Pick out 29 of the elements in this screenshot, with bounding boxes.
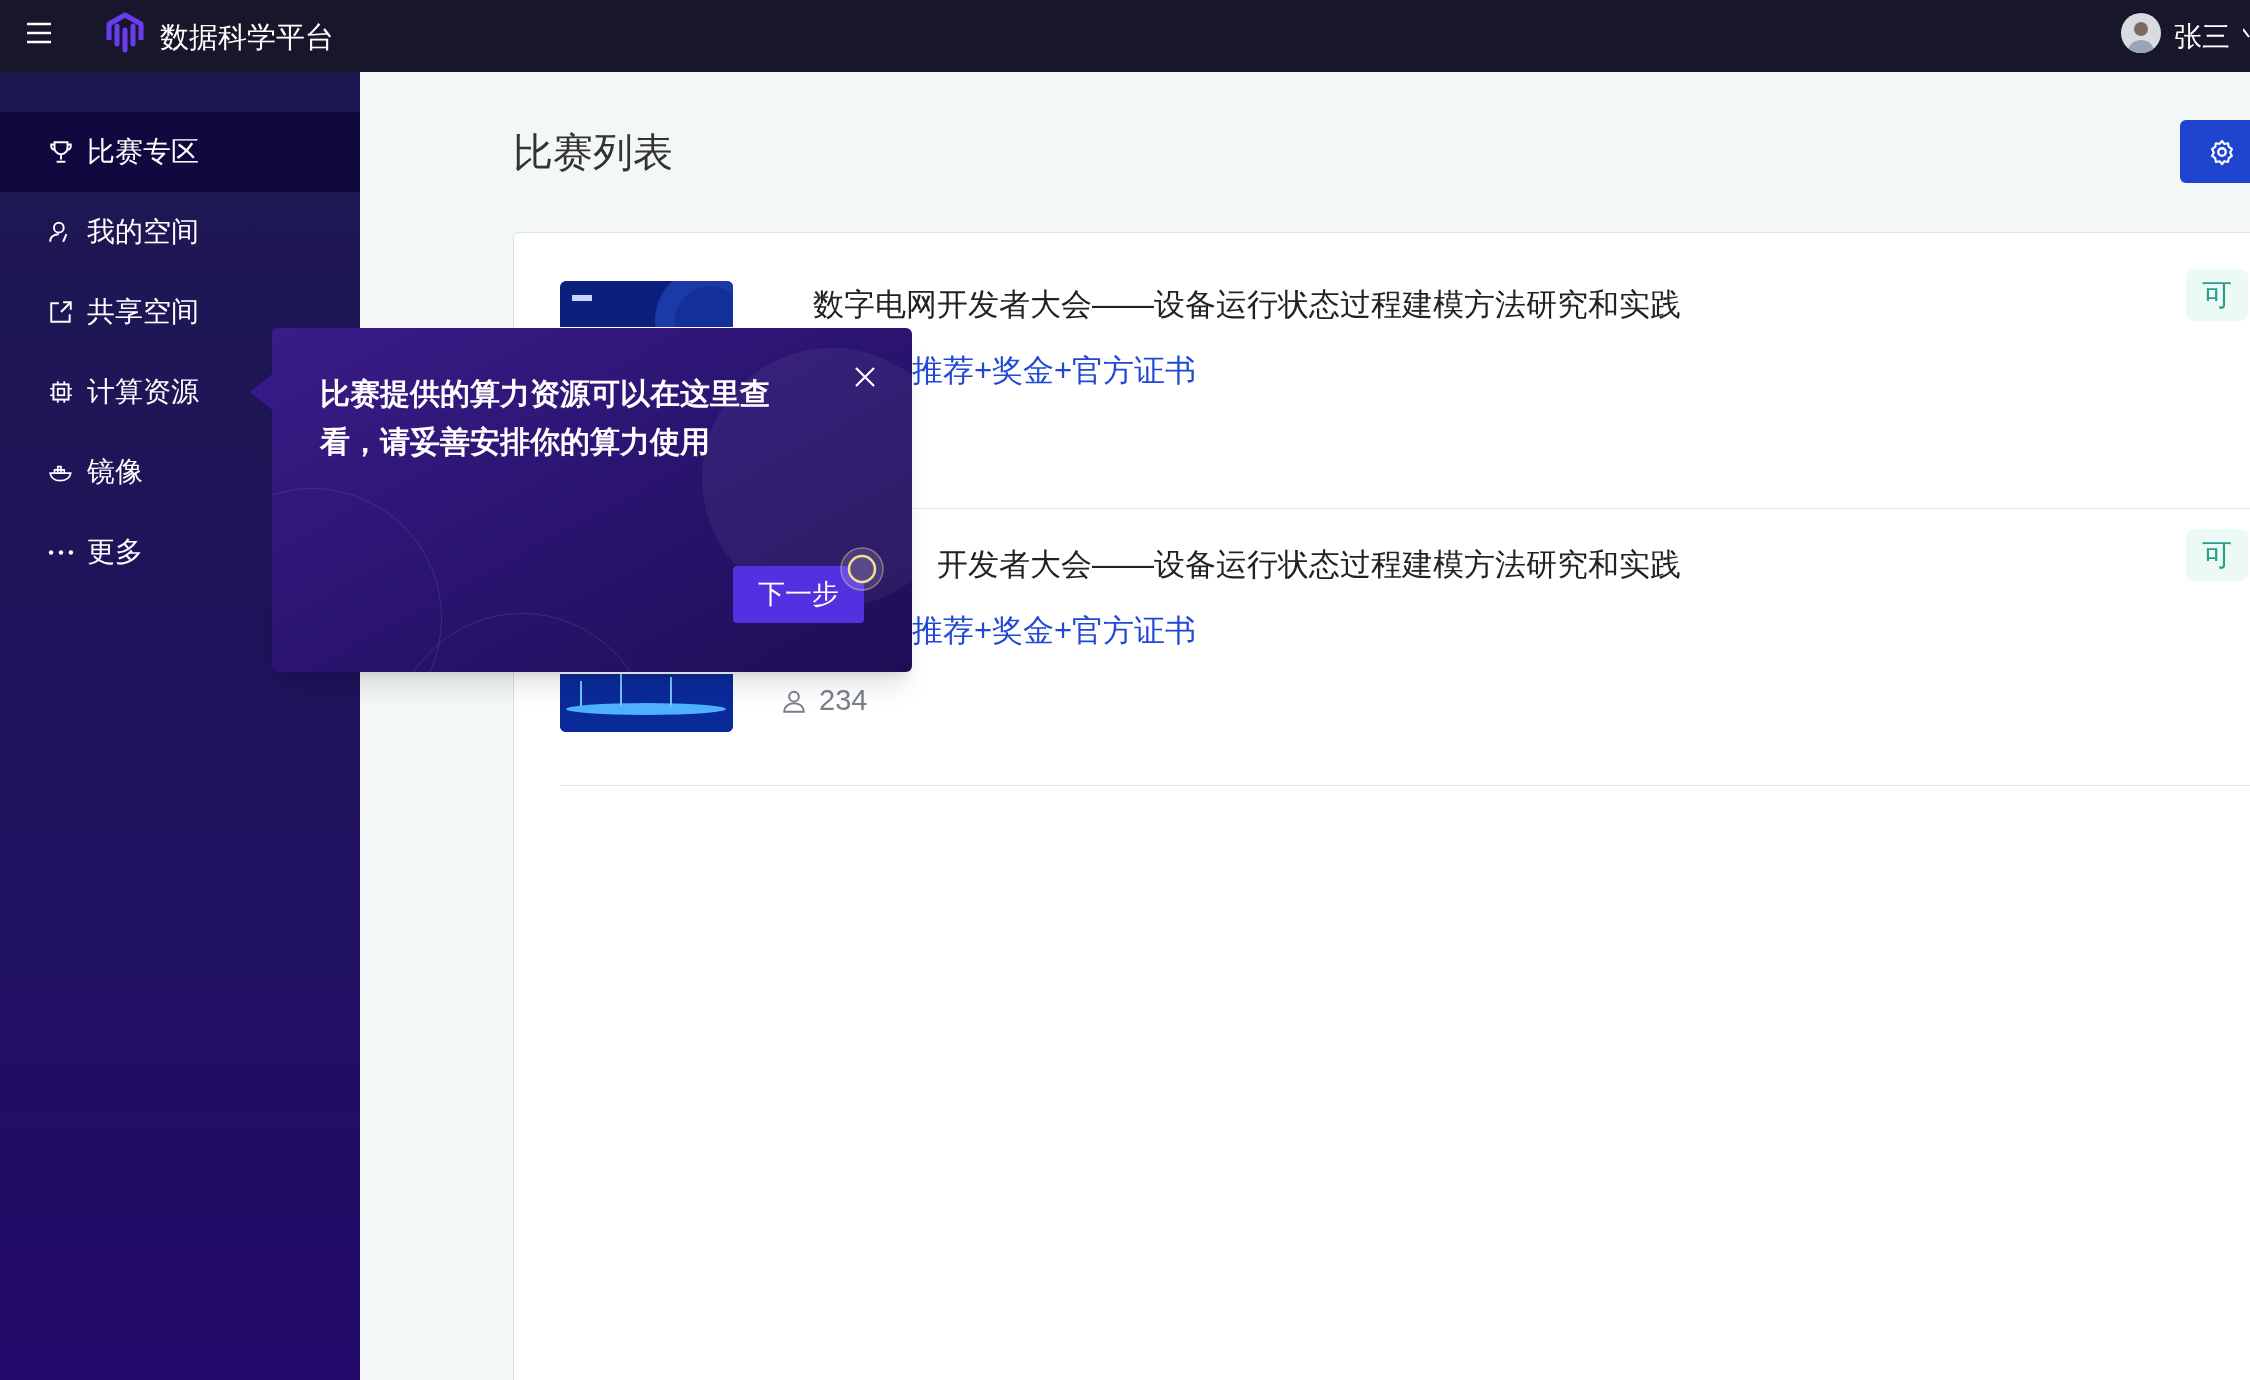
beacon-icon bbox=[839, 546, 885, 592]
more-icon bbox=[48, 548, 74, 556]
settings-button[interactable] bbox=[2180, 120, 2250, 183]
sidebar-item[interactable]: 我的空间 bbox=[0, 192, 360, 272]
settings-icon bbox=[2208, 137, 2236, 166]
competition-tags: 推荐+奖金+官方证书 bbox=[912, 613, 1197, 648]
sidebar-item[interactable]: 比赛专区 bbox=[0, 112, 360, 192]
page-title: 比赛列表 bbox=[513, 129, 673, 176]
competition-tags: 推荐+奖金+官方证书 bbox=[912, 353, 1197, 388]
next-step-button[interactable]: 下一步 bbox=[733, 566, 864, 623]
chevron-down-icon[interactable] bbox=[2243, 28, 2250, 40]
guide-text: 比赛提供的算力资源可以在这里查看，请妥善安排你的算力使用 bbox=[320, 376, 771, 460]
external-link-icon bbox=[48, 299, 74, 325]
status-badge: 可 bbox=[2186, 529, 2248, 581]
sidebar-item[interactable]: 更多 bbox=[0, 512, 360, 592]
popover-pointer bbox=[250, 374, 272, 410]
sidebar-item[interactable]: 共享空间 bbox=[0, 272, 360, 352]
participant-count: 234 bbox=[819, 683, 868, 718]
status-badge: 可 bbox=[2186, 269, 2248, 321]
app-title: 数据科学平台 bbox=[160, 20, 334, 55]
competition-title[interactable]: 数字电网开发者大会——设备运行状态过程建模方法研究和实践 bbox=[813, 287, 1681, 322]
logo-icon bbox=[105, 10, 145, 54]
close-icon[interactable] bbox=[854, 366, 876, 388]
chip-icon bbox=[48, 379, 74, 405]
competition-title[interactable]: 开发者大会——设备运行状态过程建模方法研究和实践 bbox=[937, 547, 1681, 582]
trophy-icon bbox=[48, 139, 74, 165]
user-avatar[interactable] bbox=[2121, 13, 2161, 53]
user-name[interactable]: 张三 bbox=[2174, 16, 2230, 58]
menu-icon[interactable] bbox=[26, 21, 52, 45]
